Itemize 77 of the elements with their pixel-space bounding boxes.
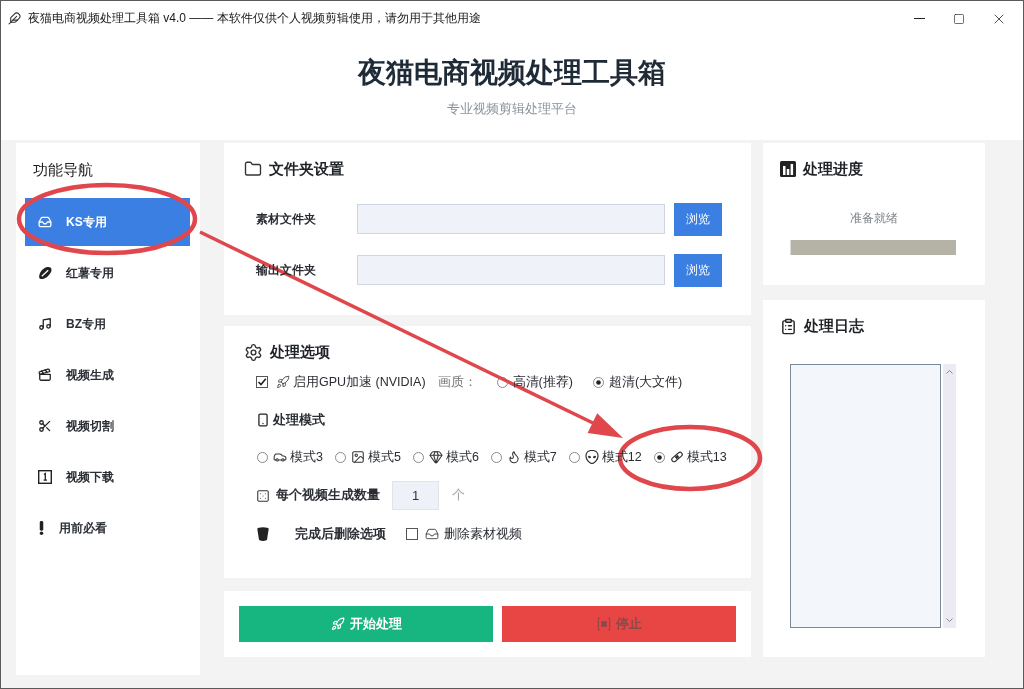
browse-button[interactable]: 浏览 — [674, 202, 722, 236]
flame-icon — [506, 450, 521, 464]
sidebar-item[interactable]: 红薯专用 — [25, 249, 190, 297]
gem-icon — [428, 450, 443, 464]
sidebar-item[interactable]: 用前必看 — [25, 504, 190, 552]
field-label: 素材文件夹 — [256, 210, 316, 228]
radio-button[interactable] — [334, 451, 346, 463]
sidebar-item[interactable]: 视频下载 — [25, 453, 190, 501]
radio-label[interactable]: 高清(推荐) — [512, 373, 573, 391]
sidebar-item[interactable]: BZ专用 — [25, 300, 190, 348]
scroll-down-icon — [946, 618, 953, 622]
browse-button[interactable]: 浏览 — [674, 253, 722, 287]
quality-label: 画质： — [437, 373, 477, 391]
radio-label[interactable]: 模式7 — [523, 448, 557, 466]
radio-button[interactable] — [653, 451, 665, 463]
rocket-icon — [330, 617, 345, 631]
checkbox-label[interactable]: 删除素材视频 — [444, 525, 522, 543]
clapperboard-icon — [38, 368, 52, 382]
sidebar-item[interactable]: KS专用 — [25, 198, 190, 246]
folder-icon — [244, 160, 262, 178]
sidebar-title: 功能导航 — [32, 160, 94, 180]
minimize-icon — [913, 18, 925, 19]
section-label: 完成后删除选项 — [295, 525, 386, 543]
sidebar-item[interactable]: 视频生成 — [25, 351, 190, 399]
panel-title: 文件夹设置 — [269, 159, 344, 179]
scissors-icon — [38, 419, 52, 433]
radio-label[interactable]: 模式6 — [445, 448, 479, 466]
radio-label[interactable]: 模式13 — [686, 448, 727, 466]
scrollbar[interactable] — [943, 364, 956, 628]
checkbox[interactable] — [256, 376, 268, 388]
radio-button[interactable] — [568, 451, 580, 463]
scroll-up-icon — [946, 370, 953, 374]
rocket-icon — [276, 375, 290, 389]
log-text-area[interactable] — [790, 364, 941, 628]
stop-icon — [596, 617, 611, 631]
panel-title: 处理选项 — [270, 342, 330, 362]
radio-button[interactable] — [490, 451, 502, 463]
clipboard-icon — [780, 317, 797, 335]
number-box-icon — [38, 470, 52, 484]
radio-button[interactable] — [496, 376, 508, 388]
status-text: 准备就绪 — [849, 210, 899, 226]
sidebar-item[interactable]: 视频切割 — [25, 402, 190, 450]
exclamation-icon — [38, 521, 45, 535]
panel-title: 处理日志 — [804, 316, 864, 336]
window-title: 夜猫电商视频处理工具箱 v4.0 —— 本软件仅供个人视频剪辑使用，请勿用于其他用途 — [28, 10, 482, 27]
music-notes-icon — [38, 317, 52, 331]
panel-title: 处理进度 — [803, 159, 863, 179]
unit-label: 个 — [452, 487, 465, 504]
radio-label[interactable]: 模式3 — [290, 448, 323, 466]
tray-icon — [38, 215, 52, 229]
radio-button[interactable] — [257, 451, 268, 463]
tray-icon — [425, 527, 439, 541]
radio-label[interactable]: 超清(大文件) — [608, 373, 683, 391]
bar-chart-icon — [780, 161, 796, 177]
app-subtitle: 专业视频剪辑处理平台 — [447, 101, 577, 117]
radio-button[interactable] — [412, 451, 424, 463]
framed-picture-icon — [350, 450, 365, 464]
bandage-icon — [669, 450, 684, 464]
capsule-icon — [38, 266, 52, 280]
radio-label[interactable]: 模式5 — [367, 448, 401, 466]
maximize-icon — [953, 12, 965, 25]
dice-icon — [256, 488, 270, 503]
phone-icon — [256, 413, 270, 427]
feather-icon — [8, 12, 21, 25]
alien-icon — [584, 450, 599, 464]
app-title: 夜猫电商视频处理工具箱 — [358, 56, 666, 90]
folder-path-input[interactable] — [357, 255, 665, 285]
folder-path-input[interactable] — [357, 204, 665, 234]
field-label: 每个视频生成数量 — [276, 487, 380, 504]
checkbox[interactable] — [406, 528, 418, 540]
car-icon — [273, 450, 287, 464]
radio-button[interactable] — [592, 376, 604, 388]
gear-icon — [244, 342, 263, 362]
checkbox-label[interactable]: 启用GPU加速 (NVIDIA) — [293, 373, 426, 391]
count-input[interactable]: 1 — [392, 481, 439, 510]
section-label: 处理模式 — [273, 411, 325, 429]
wastebasket-icon — [256, 527, 270, 541]
